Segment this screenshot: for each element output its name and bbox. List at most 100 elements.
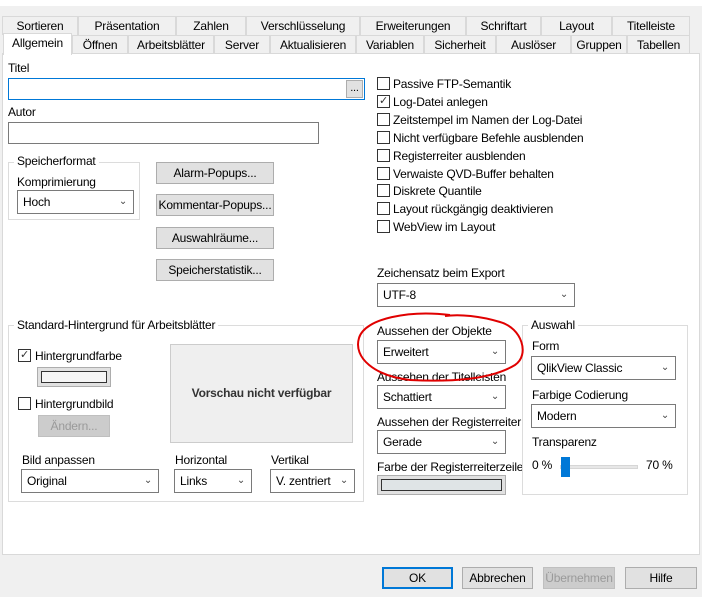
tab-variablen[interactable]: Variablen [356,35,424,54]
selection-style-value: QlikView Classic [537,361,623,375]
tabrow-color-button[interactable] [377,475,506,495]
cancel-button[interactable]: Abbrechen [462,567,533,589]
tab-ausloeser[interactable]: Auslöser [496,35,571,54]
option-checkbox[interactable] [377,131,390,144]
style-label: Form [532,339,560,353]
title-label: Titel [8,61,30,75]
horizontal-label: Horizontal [175,453,228,467]
selection-style-select[interactable]: QlikView Classic ⌄ [531,356,676,380]
option-checkbox-label: Nicht verfügbare Befehle ausblenden [393,131,584,145]
option-checkbox-label: Zeitstempel im Namen der Log-Datei [393,113,583,127]
apply-button[interactable]: Übernehmen [543,567,615,589]
compression-label: Komprimierung [17,175,96,189]
tab-schriftart[interactable]: Schriftart [466,16,541,35]
bgcolor-checkbox[interactable]: ✓ [18,349,31,362]
title-browse-button[interactable]: ... [346,80,363,98]
compression-select[interactable]: Hoch ⌄ [17,190,134,214]
tab-tabellen[interactable]: Tabellen [627,35,690,54]
change-image-button[interactable]: Ändern... [38,415,110,437]
option-checkbox-label: Diskrete Quantile [393,184,482,198]
vertical-select[interactable]: V. zentriert ⌄ [270,469,355,493]
selection-group-title: Auswahl [528,318,578,332]
export-charset-value: UTF-8 [383,288,416,302]
tab-oeffnen[interactable]: Öffnen [72,35,128,54]
alarm-popups-button[interactable]: Alarm-Popups... [156,162,274,184]
bgimage-checkbox[interactable] [18,397,31,410]
tab-zahlen[interactable]: Zahlen [176,16,246,35]
horizontal-value: Links [180,474,208,488]
bgimage-label: Hintergrundbild [35,397,114,411]
chevron-down-icon: ⌄ [559,289,568,300]
vertical-label: Vertikal [271,453,309,467]
storage-stats-button[interactable]: Speicherstatistik... [156,259,274,281]
color-coding-value: Modern [537,409,577,423]
tab-allgemein[interactable]: Allgemein [3,33,72,55]
preview-text: Vorschau nicht verfügbar [191,386,332,400]
title-input[interactable] [8,78,365,100]
tab-arbeitsblaetter[interactable]: Arbeitsblätter [128,35,214,54]
author-input[interactable] [8,122,319,144]
author-label: Autor [8,105,36,119]
tab-layout[interactable]: Layout [541,16,612,35]
title-bar-fragment [0,0,702,6]
chevron-down-icon: ⌄ [118,196,127,207]
option-checkbox-label: Passive FTP-Semantik [393,77,512,91]
ok-button[interactable]: OK [382,567,453,589]
comment-popups-button[interactable]: Kommentar-Popups... [156,194,274,216]
chevron-down-icon: ⌄ [236,475,245,486]
export-charset-label: Zeichensatz beim Export [377,266,505,280]
option-checkbox[interactable] [377,77,390,90]
tab-gruppen[interactable]: Gruppen [571,35,627,54]
help-button[interactable]: Hilfe [625,567,697,589]
tabs-appearance-select[interactable]: Gerade ⌄ [377,430,506,454]
option-checkbox[interactable] [377,184,390,197]
chevron-down-icon: ⌄ [660,410,669,421]
tab-erweiterungen[interactable]: Erweiterungen [360,16,466,35]
option-checkbox-label: Registerreiter ausblenden [393,149,526,163]
option-checkbox[interactable] [377,113,390,126]
compression-value: Hoch [23,195,51,209]
tab-server[interactable]: Server [214,35,270,54]
tabrow-color-label: Farbe der Registerreiterzeile [377,460,524,474]
option-checkbox-label: WebView im Layout [393,220,496,234]
vertical-value: V. zentriert [276,474,331,488]
option-checkbox-label: Layout rückgängig deaktivieren [393,202,554,216]
chevron-down-icon: ⌄ [490,436,499,447]
preview-box: Vorschau nicht verfügbar [170,344,353,443]
option-checkbox[interactable] [377,202,390,215]
selection-rooms-button[interactable]: Auswahlräume... [156,227,274,249]
color-coding-label: Farbige Codierung [532,388,628,402]
transparency-min: 0 % [532,458,553,472]
option-checkbox-label: Log-Datei anlegen [393,95,488,109]
tabs-appearance-value: Gerade [383,435,422,449]
transparency-slider-track[interactable] [560,465,638,469]
storage-format-title: Speicherformat [14,154,99,168]
red-annotation-circle [357,312,524,382]
tab-titelleiste[interactable]: Titelleiste [612,16,690,35]
bgcolor-label: Hintergrundfarbe [35,349,122,363]
tabs-appearance-label: Aussehen der Registerreiter [377,415,522,429]
fit-select[interactable]: Original ⌄ [21,469,159,493]
tab-verschluesselung[interactable]: Verschlüsselung [246,16,360,35]
transparency-label: Transparenz [532,435,597,449]
option-checkbox[interactable] [377,220,390,233]
fit-label: Bild anpassen [22,453,95,467]
horizontal-select[interactable]: Links ⌄ [174,469,252,493]
captions-appearance-value: Schattiert [383,390,432,404]
bgcolor-swatch-button[interactable] [37,367,111,387]
chevron-down-icon: ⌄ [339,475,348,486]
tab-sicherheit[interactable]: Sicherheit [424,35,496,54]
chevron-down-icon: ⌄ [143,475,152,486]
export-charset-select[interactable]: UTF-8 ⌄ [377,283,575,307]
option-checkbox[interactable]: ✓ [377,95,390,108]
option-checkbox[interactable] [377,149,390,162]
fit-value: Original [27,474,67,488]
chevron-down-icon: ⌄ [660,362,669,373]
option-checkbox-label: Verwaiste QVD-Buffer behalten [393,167,554,181]
transparency-slider-thumb[interactable] [561,457,570,477]
option-checkbox[interactable] [377,167,390,180]
tab-praesentation[interactable]: Präsentation [78,16,176,35]
color-coding-select[interactable]: Modern ⌄ [531,404,676,428]
tab-aktualisieren[interactable]: Aktualisieren [270,35,356,54]
transparency-max: 70 % [646,458,673,472]
